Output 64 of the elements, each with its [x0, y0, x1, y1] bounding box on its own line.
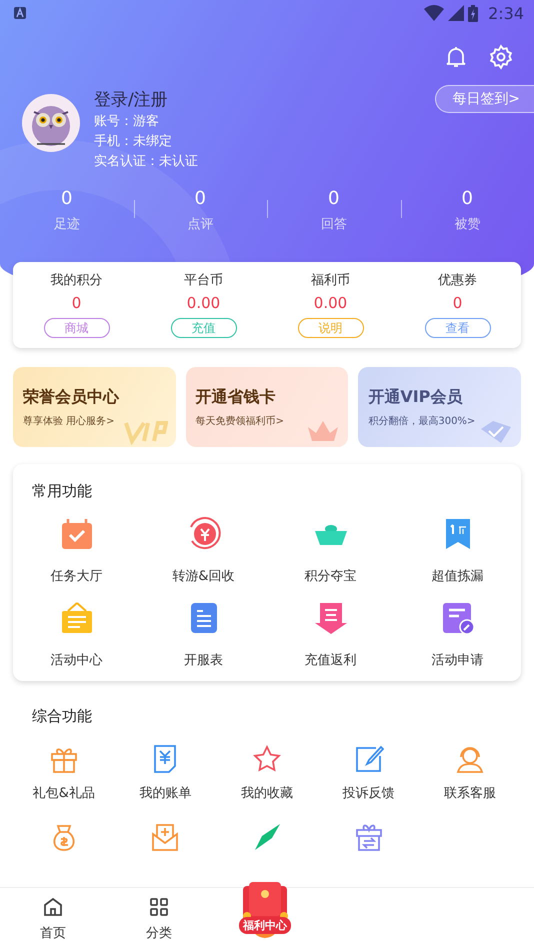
stat-value: 0	[61, 188, 72, 209]
rebate-arrow-icon[interactable]	[314, 601, 348, 635]
function-label[interactable]: 活动申请	[432, 651, 484, 669]
function-label[interactable]: 积分夺宝	[304, 567, 356, 585]
notice-board-icon[interactable]	[60, 601, 94, 635]
function-label[interactable]: 联系客服	[444, 784, 496, 802]
app-icon	[14, 7, 26, 19]
edit-icon[interactable]	[354, 744, 384, 774]
wallet-value: 0.00	[186, 294, 220, 312]
form-edit-icon[interactable]	[440, 601, 474, 635]
signal-icon	[448, 5, 464, 21]
bell-icon[interactable]	[444, 45, 468, 69]
welfare-center-button[interactable]: 福利中心	[212, 880, 318, 944]
section-title: 综合功能	[31, 707, 93, 726]
account-info: 实名认证：未认证	[94, 153, 199, 171]
calendar-check-icon[interactable]	[60, 517, 94, 551]
home-icon	[42, 896, 64, 918]
account-info: 账号：游客	[94, 113, 160, 131]
wallet-label: 平台币	[184, 272, 223, 289]
function-label[interactable]: 活动中心	[50, 651, 102, 669]
section-title: 常用功能	[31, 482, 93, 501]
function-label[interactable]: 礼包&礼品	[32, 784, 95, 802]
settings-icon[interactable]	[488, 44, 514, 70]
nav-tab[interactable]: 首页	[0, 888, 106, 950]
promo-card[interactable]: 开通VIP会员 积分翻倍，最高300%>	[358, 367, 522, 447]
status-time: 2:34	[488, 4, 524, 22]
function-label[interactable]: 开服表	[184, 651, 223, 669]
promo-card[interactable]: 荣誉会员中心 尊享体验 用心服务>	[13, 367, 176, 447]
wallet-label: 优惠券	[438, 272, 477, 289]
wallet-value: 0.00	[314, 294, 348, 312]
wallet-value: 0	[452, 294, 462, 312]
promo-title: 开通省钱卡	[196, 386, 277, 408]
function-label[interactable]: 我的账单	[139, 784, 192, 802]
nav-tab[interactable]: 分类	[106, 888, 212, 950]
gift-box-icon[interactable]	[354, 822, 384, 852]
vip-mark-icon	[124, 419, 168, 445]
wifi-icon	[424, 5, 444, 21]
owl-avatar[interactable]	[22, 94, 80, 152]
promo-subtitle: 尊享体验 用心服务>	[23, 414, 116, 428]
diamond-icon	[479, 419, 514, 445]
login-register-link[interactable]: 登录/注册	[94, 88, 436, 112]
star-icon[interactable]	[252, 744, 282, 774]
promo-card[interactable]: 开通省钱卡 每天免费领福利币>	[186, 367, 348, 447]
promo-title: 开通VIP会员	[368, 386, 464, 408]
function-label[interactable]: 超值拣漏	[432, 567, 484, 585]
promo-title: 荣誉会员中心	[23, 386, 120, 408]
promo-subtitle: 积分翻倍，最高300%>	[368, 414, 476, 428]
function-label[interactable]: 转游&回收	[172, 567, 235, 585]
account-info: 手机：未绑定	[94, 133, 173, 151]
wallet-value: 0	[72, 294, 82, 312]
function-label[interactable]: 充值返利	[304, 651, 356, 669]
wallet-label: 福利币	[311, 272, 350, 289]
function-label[interactable]: 任务大厅	[50, 567, 102, 585]
grid-icon	[148, 896, 170, 918]
function-label[interactable]: 投诉反馈	[342, 784, 395, 802]
stat-value: 0	[328, 188, 340, 209]
function-label[interactable]: 我的收藏	[240, 784, 293, 802]
promo-subtitle: 每天免费领福利币>	[196, 414, 286, 428]
stat-value: 0	[462, 188, 473, 209]
envelope-plus-icon[interactable]	[150, 822, 180, 852]
stat-value: 0	[194, 188, 206, 209]
battery-icon	[468, 4, 478, 22]
wallet-label: 我的积分	[50, 272, 102, 289]
headset-person-icon[interactable]	[455, 744, 486, 774]
